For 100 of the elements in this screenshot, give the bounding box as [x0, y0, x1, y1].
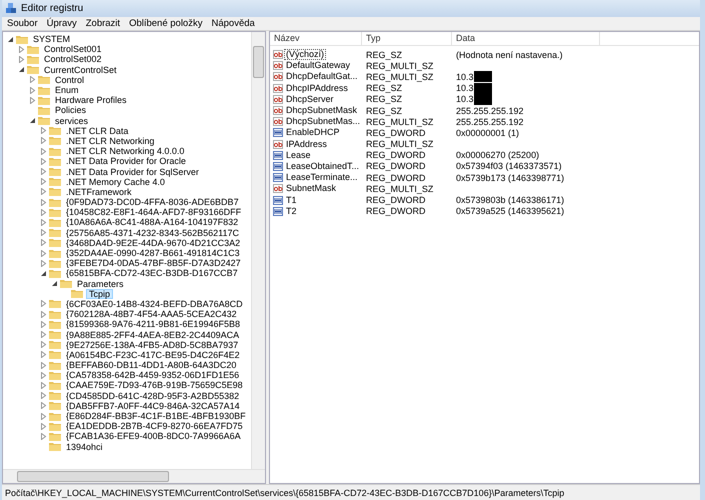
tree-item[interactable]: {3468DA4D-9E2E-44DA-9670-4D21CC3A2: [64, 238, 242, 248]
tree-item[interactable]: {352DA4AE-0990-4287-B661-491814C1C3: [64, 248, 242, 258]
tree-item[interactable]: .NET CLR Data: [64, 126, 130, 136]
expand-arrow-icon[interactable]: [40, 422, 47, 430]
expand-arrow-icon[interactable]: [29, 86, 36, 94]
tree-item[interactable]: .NET Memory Cache 4.0: [64, 176, 167, 187]
tree-item[interactable]: .NET Data Provider for Oracle: [64, 156, 188, 166]
expand-arrow-icon[interactable]: [29, 76, 36, 84]
expand-arrow-icon[interactable]: [40, 260, 47, 267]
expand-arrow-icon[interactable]: [29, 96, 36, 104]
tree-item[interactable]: Parameters: [75, 278, 126, 289]
tree-item[interactable]: CurrentControlSet: [42, 64, 119, 75]
expand-arrow-icon[interactable]: [40, 310, 47, 318]
tree-item[interactable]: SYSTEM: [31, 34, 72, 44]
value-name[interactable]: T2: [284, 206, 299, 217]
collapse-arrow-icon[interactable]: [40, 270, 47, 277]
tree-item[interactable]: {0F9DAD73-DC0D-4FFA-8036-ADE6BDB7: [64, 197, 241, 208]
expand-arrow-icon[interactable]: [18, 56, 25, 63]
tree-item[interactable]: ControlSet002: [42, 54, 104, 64]
tree-item[interactable]: {E86D284F-BB3F-4C1F-B1BE-4BFB1930BF: [64, 411, 248, 422]
tree-item[interactable]: {6CF03AE0-14B8-4324-BEFD-DBA76A8CD: [64, 298, 245, 309]
tree-item[interactable]: ControlSet001: [42, 44, 104, 54]
menu-item[interactable]: Zobrazit: [86, 18, 120, 29]
value-name[interactable]: T1: [284, 194, 299, 206]
tree-item[interactable]: Enum: [53, 85, 81, 96]
tree-item[interactable]: {9E27256E-138A-4FB5-AD8D-5C8BA7937: [64, 340, 240, 350]
value-name[interactable]: DhcpServer: [284, 94, 336, 105]
value-name[interactable]: Lease: [284, 150, 313, 161]
expand-arrow-icon[interactable]: [40, 188, 47, 196]
tree-item[interactable]: {65815BFA-CD72-43EC-B3DB-D167CCB7: [64, 268, 240, 278]
tree-item[interactable]: Hardware Profiles: [53, 95, 129, 106]
expand-arrow-icon[interactable]: [40, 239, 47, 246]
tree-item[interactable]: {CD4585DD-641C-428D-95F3-A2BD55382: [64, 390, 242, 401]
tree-item[interactable]: {9A88E885-2FF4-4AEA-8EB2-2C4409ACA: [64, 330, 242, 340]
expand-arrow-icon[interactable]: [40, 331, 47, 338]
column-header[interactable]: Název: [270, 32, 362, 45]
expand-arrow-icon[interactable]: [40, 127, 47, 134]
expand-arrow-icon[interactable]: [40, 372, 47, 379]
expand-arrow-icon[interactable]: [40, 320, 47, 328]
tree-item[interactable]: 1394ohci: [64, 442, 105, 452]
expand-arrow-icon[interactable]: [40, 208, 47, 216]
value-name[interactable]: EnableDHCP: [284, 127, 342, 138]
expand-arrow-icon[interactable]: [40, 432, 47, 440]
expand-arrow-icon[interactable]: [40, 198, 47, 206]
value-name[interactable]: DhcpDefaultGat...: [284, 71, 360, 82]
expand-arrow-icon[interactable]: [40, 382, 47, 389]
expand-arrow-icon[interactable]: [40, 250, 47, 257]
expand-arrow-icon[interactable]: [40, 362, 47, 369]
expand-arrow-icon[interactable]: [40, 168, 47, 176]
value-name[interactable]: LeaseObtainedT...: [284, 160, 362, 172]
menu-item[interactable]: Soubor: [7, 18, 38, 29]
tree-item[interactable]: {CAAE759E-7D93-476B-919B-75659C5E98: [64, 380, 245, 390]
menu-item[interactable]: Oblíbené položky: [129, 18, 202, 29]
tree-item[interactable]: .NET CLR Networking 4.0.0.0: [64, 146, 186, 156]
expand-arrow-icon[interactable]: [40, 148, 47, 155]
tree-item[interactable]: .NETFramework: [64, 186, 134, 197]
column-header[interactable]: Data: [452, 32, 600, 45]
tree-item[interactable]: Tcpip: [86, 288, 114, 299]
expand-arrow-icon[interactable]: [40, 341, 47, 348]
tree-item[interactable]: {7602128A-48B7-4F54-AAA5-5CEA2C432: [64, 309, 239, 320]
tree-item[interactable]: {EA1DEDDB-2B7B-4CF9-8270-66EA7FD75: [64, 421, 245, 432]
value-name[interactable]: IPAddress: [284, 138, 329, 150]
tree-item[interactable]: {25756A85-4371-4232-8343-562B562117C: [64, 228, 241, 238]
column-header[interactable]: Typ: [362, 32, 452, 45]
tree-item[interactable]: {CA578358-642B-4459-9352-06D1FD1E56: [64, 370, 242, 380]
collapse-arrow-icon[interactable]: [7, 36, 14, 43]
value-name[interactable]: LeaseTerminate...: [284, 172, 360, 184]
value-name[interactable]: DefaultGateway: [284, 60, 352, 72]
tree-item[interactable]: {FCAB1A36-EFE9-400B-8DC0-7A9966A6A: [64, 431, 243, 442]
tree-item[interactable]: .NET CLR Networking: [64, 136, 156, 146]
expand-arrow-icon[interactable]: [40, 137, 47, 144]
tree-item[interactable]: {BEFFAB60-DB11-4DD1-A80B-64A3DC20: [64, 360, 238, 370]
tree-item[interactable]: Control: [53, 74, 86, 85]
menu-item[interactable]: Nápověda: [211, 18, 255, 29]
tree-item[interactable]: {3FEBE7D4-0DA5-47BF-8B5F-D7A3D2427: [64, 258, 243, 268]
tree-item[interactable]: {10458C82-E8F1-464A-AFD7-8F93166DFF: [64, 207, 244, 218]
tree-item[interactable]: {10A86A6A-8C41-488A-A164-104197F832: [64, 217, 240, 228]
value-name[interactable]: DhcpIPAddress: [284, 82, 350, 94]
tree-item[interactable]: Policies: [53, 105, 88, 116]
expand-arrow-icon[interactable]: [40, 392, 47, 400]
expand-arrow-icon[interactable]: [40, 218, 47, 226]
tree-item[interactable]: .NET Data Provider for SqlServer: [64, 166, 201, 177]
vertical-scrollbar[interactable]: [251, 32, 265, 469]
expand-arrow-icon[interactable]: [40, 178, 47, 186]
collapse-arrow-icon[interactable]: [51, 280, 58, 288]
collapse-arrow-icon[interactable]: [29, 117, 36, 124]
menu-item[interactable]: Úpravy: [46, 18, 77, 29]
expand-arrow-icon[interactable]: [40, 229, 47, 236]
tree-item[interactable]: services: [53, 116, 90, 126]
value-name[interactable]: DhcpSubnetMask: [284, 105, 360, 116]
tree-item[interactable]: {DAB5FFB7-A0FF-44C9-846A-32CA57A14: [64, 400, 242, 411]
collapse-arrow-icon[interactable]: [18, 66, 25, 74]
tree-item[interactable]: {81599368-9A76-4211-9B81-6E19946F5B8: [64, 319, 242, 330]
expand-arrow-icon[interactable]: [18, 46, 25, 53]
value-name[interactable]: DhcpSubnetMas...: [284, 116, 362, 128]
expand-arrow-icon[interactable]: [40, 158, 47, 165]
tree-item[interactable]: {A06154BC-F23C-417C-BE95-D4C26F4E2: [64, 350, 242, 360]
expand-arrow-icon[interactable]: [40, 412, 47, 420]
value-name[interactable]: SubnetMask: [284, 183, 338, 194]
value-name[interactable]: (Výchozí): [284, 49, 326, 60]
